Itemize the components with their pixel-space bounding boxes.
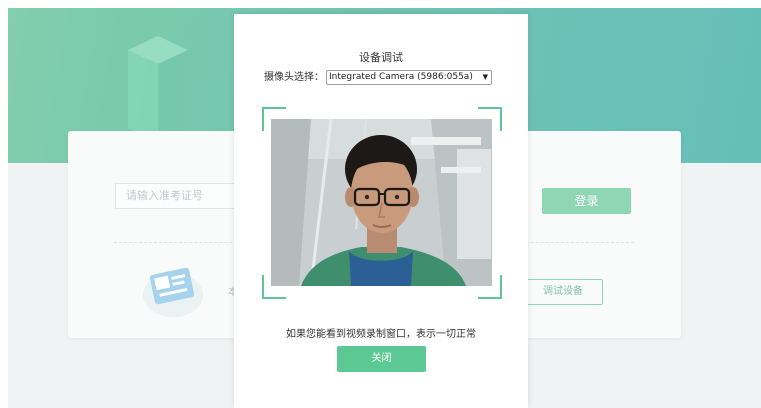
camera-viewfinder bbox=[262, 107, 502, 299]
close-button[interactable]: 关闭 bbox=[337, 346, 426, 372]
camera-select-row: 摄像头选择： Integrated Camera (5986:055a) ▼ bbox=[264, 70, 504, 86]
dropdown-arrow-icon: ▼ bbox=[482, 73, 488, 81]
camera-select[interactable]: Integrated Camera (5986:055a) ▼ bbox=[326, 70, 492, 85]
device-test-dialog: 设备调试 摄像头选择： Integrated Camera (5986:055a)… bbox=[234, 14, 528, 408]
camera-select-label: 摄像头选择： bbox=[264, 72, 324, 83]
camera-select-value: Integrated Camera (5986:055a) bbox=[329, 72, 473, 82]
camera-preview bbox=[271, 119, 492, 286]
dialog-title: 设备调试 bbox=[359, 51, 403, 64]
camera-status-message: 如果您能看到视频录制窗口，表示一切正常 bbox=[286, 329, 476, 340]
